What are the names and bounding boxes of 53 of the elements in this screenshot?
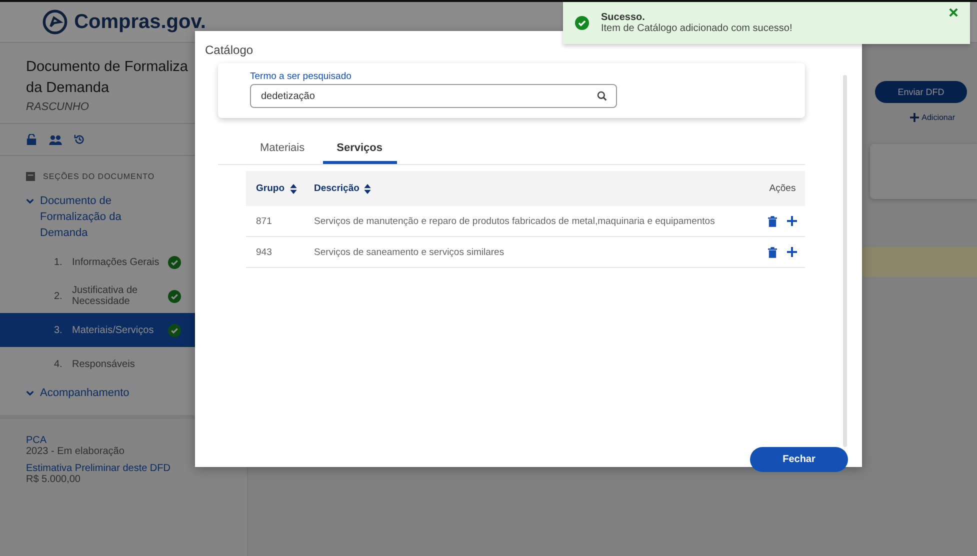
info-value: 2023 - Em elaboração xyxy=(26,446,126,457)
section-label: Materiais/Serviços xyxy=(72,324,155,336)
section-label: Justificativa de Necessidade xyxy=(72,285,139,307)
close-icon[interactable] xyxy=(949,8,958,17)
table-cell: Serviços de saneamento e serviços similares xyxy=(304,236,754,268)
dialog-title: Catálogo xyxy=(204,42,254,59)
section-item[interactable]: 1. Informações Gerais xyxy=(0,245,247,279)
table-cell: Serviços de manutenção e reparo de produtos fabricados de metal,maquinaria e equipamentos xyxy=(304,206,754,236)
section-number: 4. xyxy=(54,358,64,370)
info-value: R$ 5.000,00 xyxy=(26,474,82,485)
section-label: Responsáveis xyxy=(72,358,136,370)
tree-item[interactable]: Documento de Formalização da Demanda xyxy=(40,193,171,241)
tab[interactable]: Serviços xyxy=(322,136,396,164)
trash-icon[interactable] xyxy=(768,246,777,258)
square-icon xyxy=(26,172,35,181)
tree-item[interactable]: Acompanhamento xyxy=(40,385,130,401)
table-cell: 943 xyxy=(246,236,304,268)
section-heading: SEÇÕES DO DOCUMENTO xyxy=(43,172,155,181)
chevron-icon[interactable] xyxy=(26,197,34,205)
table-cell: 871 xyxy=(246,206,304,236)
trash-icon[interactable] xyxy=(768,216,777,226)
search-field[interactable]: dedetização xyxy=(250,84,617,108)
section-number: 2. xyxy=(54,290,64,302)
add-link[interactable]: Adicionar xyxy=(922,113,955,122)
logo-text: Compras.gov. xyxy=(74,10,206,34)
column-header: Grupo xyxy=(256,183,284,194)
send-button[interactable]: Enviar DFD xyxy=(875,81,967,103)
sort-icon[interactable] xyxy=(364,184,372,194)
plus-icon[interactable] xyxy=(787,246,797,256)
section-number: 1. xyxy=(54,256,64,268)
chevron-icon[interactable] xyxy=(26,389,34,397)
column-header: Ações xyxy=(769,183,796,194)
info-label: PCA xyxy=(26,435,48,446)
document-status: RASCUNHO xyxy=(25,100,90,115)
toast-message: Item de Catálogo adicionado com sucesso! xyxy=(601,23,792,34)
history-icon[interactable] xyxy=(74,134,85,145)
tab[interactable]: Materiais xyxy=(246,136,319,164)
section-number: 3. xyxy=(54,324,64,336)
logo-icon xyxy=(42,9,68,35)
section-label: Informações Gerais xyxy=(72,256,160,268)
column-header: Descrição xyxy=(314,183,360,194)
check-circle-icon xyxy=(575,16,589,30)
document-title: Documento de Formaliza da Demanda xyxy=(26,58,188,98)
toast-title: Sucesso. xyxy=(601,12,646,23)
users-icon[interactable] xyxy=(49,134,62,145)
info-label: Estimativa Preliminar deste DFD xyxy=(26,463,172,474)
sort-icon[interactable] xyxy=(290,184,296,194)
field-label: Termo a ser pesquisado xyxy=(250,71,352,82)
plus-icon[interactable] xyxy=(787,216,797,226)
plus-icon[interactable] xyxy=(910,113,919,122)
lock-icon[interactable] xyxy=(26,134,37,145)
search-icon[interactable] xyxy=(597,91,607,101)
close-button[interactable]: Fechar xyxy=(750,447,848,472)
